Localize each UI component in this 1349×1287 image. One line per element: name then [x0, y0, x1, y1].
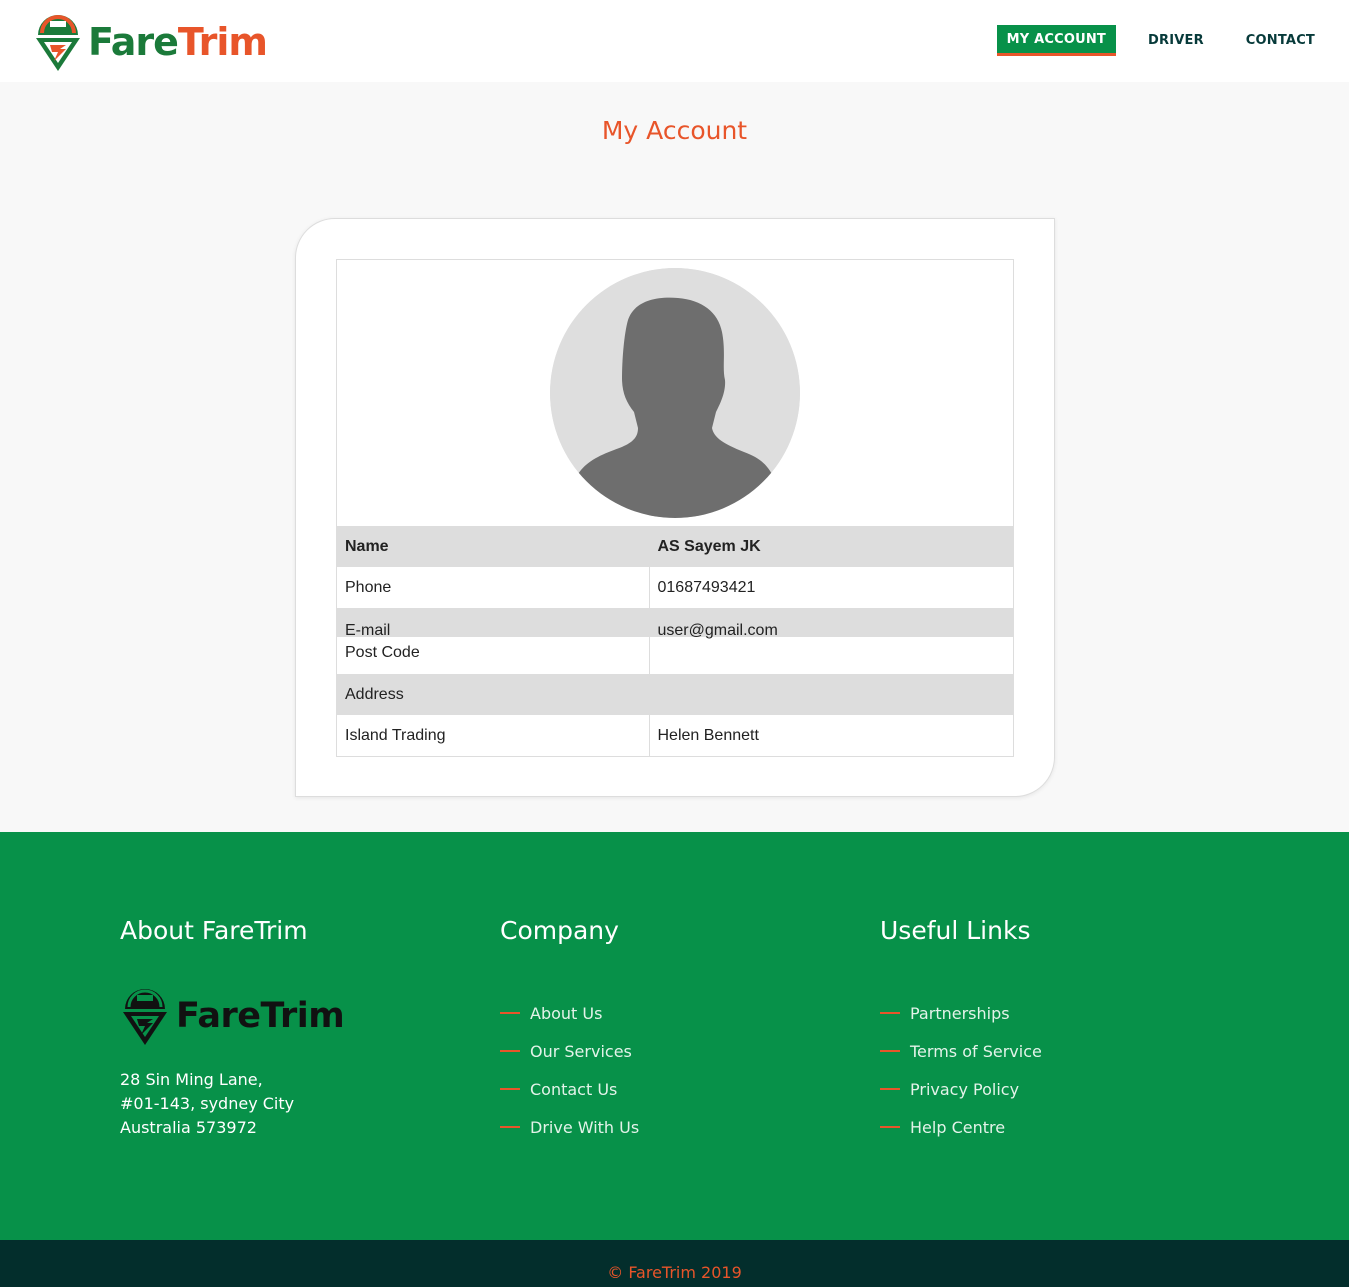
- footer-link-drive-with-us[interactable]: Drive With Us: [500, 1108, 820, 1146]
- footer-wordmark: FareTrim: [176, 996, 345, 1036]
- row-label-email-cell: E-mail: [337, 608, 650, 639]
- site-footer: About FareTrim FareTrim 28 Sin Ming Lane…: [0, 832, 1349, 1240]
- dash-icon: [500, 1126, 520, 1128]
- dash-icon: [880, 1126, 900, 1128]
- table-row: Post Code: [337, 637, 1013, 674]
- footer-company: Company About Us Our Services Contact Us…: [500, 916, 639, 1137]
- footer-link-terms[interactable]: Terms of Service: [880, 1032, 1200, 1070]
- row-value-address: [649, 674, 1013, 715]
- nav-my-account[interactable]: MY ACCOUNT: [996, 25, 1116, 56]
- faretrim-logo-icon: [36, 15, 80, 71]
- site-header: FareTrim MY ACCOUNT DRIVER CONTACT: [0, 0, 1349, 82]
- table-row: Phone 01687493421: [337, 567, 1013, 608]
- account-card: Name AS Sayem JK Phone 01687493421 E-mai…: [295, 218, 1055, 797]
- table-row: Island Trading Helen Bennett: [337, 715, 1013, 756]
- footer-logo: FareTrim: [120, 986, 345, 1046]
- footer-useful-heading: Useful Links: [880, 916, 1031, 945]
- footer-link-our-services[interactable]: Our Services: [500, 1032, 820, 1070]
- address-line: #01-143, sydney City: [120, 1094, 295, 1113]
- footer-link-help-centre[interactable]: Help Centre: [880, 1108, 1200, 1146]
- address-line: 28 Sin Ming Lane,: [120, 1070, 263, 1089]
- dash-icon: [500, 1012, 520, 1014]
- footer-company-heading: Company: [500, 916, 619, 945]
- table-row: Address: [337, 674, 1013, 715]
- footer-about-heading: About FareTrim: [120, 916, 308, 945]
- row-label-address: Address: [337, 674, 650, 715]
- useful-links: Partnerships Terms of Service Privacy Po…: [880, 994, 1200, 1146]
- brand-logo[interactable]: FareTrim: [32, 10, 268, 74]
- row-label-postcode: Post Code: [337, 637, 650, 674]
- profile-box: Name AS Sayem JK Phone 01687493421 E-mai…: [336, 259, 1014, 757]
- footer-address: 28 Sin Ming Lane, #01-143, sydney City A…: [120, 1068, 420, 1140]
- footer-link-partnerships[interactable]: Partnerships: [880, 994, 1200, 1032]
- row-value-email: user@gmail.com: [657, 622, 778, 639]
- nav-contact[interactable]: CONTACT: [1236, 25, 1325, 56]
- row-value-email-cell: user@gmail.com: [649, 608, 1013, 639]
- company-links: About Us Our Services Contact Us Drive W…: [500, 994, 820, 1146]
- avatar: [550, 268, 800, 518]
- row-label-company: Island Trading: [337, 715, 650, 756]
- footer-link-about-us[interactable]: About Us: [500, 994, 820, 1032]
- row-value-postcode: [649, 637, 1013, 674]
- footer-link-privacy[interactable]: Privacy Policy: [880, 1070, 1200, 1108]
- footer-link-contact-us[interactable]: Contact Us: [500, 1070, 820, 1108]
- page-title: My Account: [601, 116, 748, 145]
- dash-icon: [880, 1012, 900, 1014]
- row-label-phone: Phone: [337, 567, 650, 608]
- row-label-email: E-mail: [345, 622, 391, 639]
- table-row: E-mail user@gmail.com: [337, 608, 1013, 639]
- row-value-phone: 01687493421: [657, 578, 756, 596]
- dash-icon: [880, 1088, 900, 1090]
- footer-about: About FareTrim FareTrim 28 Sin Ming Lane…: [120, 916, 345, 1137]
- row-label-name: Name: [337, 526, 650, 567]
- profile-table: Name AS Sayem JK Phone 01687493421 E-mai…: [337, 526, 1013, 756]
- table-row: Name AS Sayem JK: [337, 526, 1013, 567]
- dash-icon: [500, 1050, 520, 1052]
- dash-icon: [880, 1050, 900, 1052]
- dash-icon: [500, 1088, 520, 1090]
- nav-driver[interactable]: DRIVER: [1138, 25, 1214, 56]
- brand-wordmark: FareTrim: [88, 20, 268, 64]
- copyright-text: © FareTrim 2019: [607, 1263, 742, 1282]
- footer-useful-links: Useful Links Partnerships Terms of Servi…: [880, 916, 1042, 1137]
- user-silhouette-icon: [550, 268, 800, 518]
- faretrim-logo-icon: [123, 989, 167, 1045]
- row-value-name: AS Sayem JK: [649, 526, 1013, 567]
- main-nav: MY ACCOUNT DRIVER CONTACT: [975, 25, 1325, 56]
- row-value-contact: Helen Bennett: [657, 726, 759, 744]
- address-line: Australia 573972: [120, 1118, 257, 1137]
- copyright-bar: © FareTrim 2019: [0, 1240, 1349, 1287]
